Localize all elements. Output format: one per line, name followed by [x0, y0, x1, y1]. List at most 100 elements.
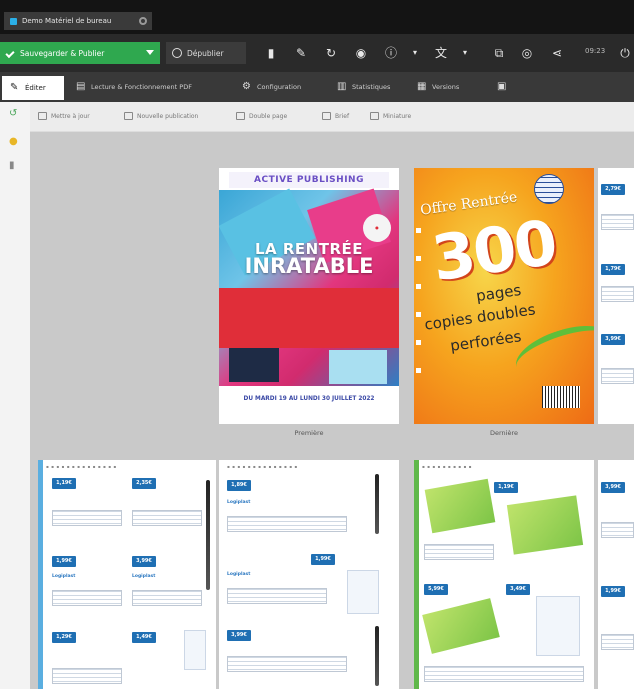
- info-dropdown-chevron-icon[interactable]: ▾: [408, 46, 422, 60]
- unpublish-label: Dépublier: [187, 48, 224, 58]
- price-tag: 1,99€: [311, 554, 335, 565]
- double-page-icon: [236, 112, 245, 120]
- brand-logo: Logiplast: [52, 574, 76, 579]
- page-header: ▪ ▪ ▪ ▪ ▪ ▪ ▪ ▪ ▪ ▪ ▪ ▪ ▪ ▪: [227, 464, 298, 469]
- save-publish-label: Sauvegarder & Publier: [20, 48, 105, 58]
- page-catalog-6[interactable]: ▪ ▪ ▪ ▪ ▪ ▪ ▪ ▪ ▪ ▪ 1,19€ 5,99€ 3,49€: [414, 460, 594, 689]
- tab-versions-label: Versions: [432, 83, 460, 91]
- eye-icon[interactable]: ◎: [520, 46, 534, 60]
- undo-icon[interactable]: ↺: [9, 108, 19, 120]
- back-green-swoosh: [509, 315, 594, 389]
- document-tab[interactable]: Demo Matériel de bureau: [4, 12, 152, 30]
- tab-edit[interactable]: ✎ Éditer: [2, 76, 64, 100]
- price-tag: 5,99€: [424, 584, 448, 595]
- tab-calendar[interactable]: ▣: [497, 78, 507, 96]
- price-tag: 3,99€: [227, 630, 251, 641]
- cover-photo-shape: [229, 348, 279, 382]
- brief-button[interactable]: Brief: [322, 112, 349, 120]
- price-tag: 3,99€: [601, 334, 625, 345]
- left-tool-rail: ↺ ● ▮: [0, 102, 30, 689]
- product-image: [506, 495, 584, 555]
- price-tag: 3,99€: [132, 556, 156, 567]
- brief-label: Brief: [335, 112, 350, 120]
- product-table: [132, 590, 202, 606]
- back-barcode: [542, 386, 580, 408]
- page-back-cover[interactable]: Offre Rentrée 300 pages copies doubles p…: [414, 168, 594, 424]
- info-icon[interactable]: ⓘ: [384, 46, 398, 60]
- update-button[interactable]: Mettre à jour: [38, 112, 90, 120]
- window-tab-bar: Demo Matériel de bureau: [0, 0, 634, 34]
- page-catalog-3[interactable]: 2,79€ 1,79€ 3,99€: [598, 168, 634, 424]
- back-punch-holes: [416, 228, 421, 378]
- tab-reading-pdf[interactable]: ▤ Lecture & Fonctionnement PDF: [76, 78, 192, 96]
- cover-badge: ●: [363, 214, 391, 242]
- price-tag: 1,99€: [601, 586, 625, 597]
- calendar-icon: ▣: [497, 81, 507, 92]
- brand-logo: Logiplast: [227, 572, 251, 577]
- price-tag: 1,99€: [52, 556, 76, 567]
- check-icon: [5, 48, 15, 58]
- new-publication-button[interactable]: Nouvelle publication: [124, 112, 198, 120]
- translate-icon[interactable]: 文: [434, 46, 448, 60]
- cover-brand: ACTIVE PUBLISHING: [229, 172, 389, 188]
- product-image: [422, 598, 500, 654]
- product-image: [347, 570, 379, 614]
- double-page-label: Double page: [249, 112, 288, 120]
- lightbulb-icon[interactable]: ●: [9, 136, 19, 148]
- page-front-cover[interactable]: ACTIVE PUBLISHING LA RENTRÉE INRATABLE ●…: [219, 168, 399, 424]
- new-publication-icon: [124, 112, 133, 120]
- back-offer-number: 300: [427, 205, 560, 296]
- back-cover-caption: Dernière: [489, 429, 518, 437]
- target-icon[interactable]: ◉: [354, 46, 368, 60]
- share-icon[interactable]: ⋖: [550, 46, 564, 60]
- time-label: 09:23: [585, 47, 606, 55]
- tab-configuration-label: Configuration: [257, 83, 302, 91]
- page-header: ▪ ▪ ▪ ▪ ▪ ▪ ▪ ▪ ▪ ▪: [422, 464, 472, 469]
- price-tag: 2,79€: [601, 184, 625, 195]
- price-tag: 1,49€: [132, 632, 156, 643]
- pencil-icon[interactable]: ✎: [294, 46, 308, 60]
- product-image: [424, 478, 496, 534]
- secondary-tab-bar: ✎ Éditer ▤ Lecture & Fonctionnement PDF …: [0, 72, 634, 102]
- save-publish-button[interactable]: Sauvegarder & Publier: [0, 42, 160, 64]
- back-grid-logo: [534, 174, 564, 204]
- unpublish-icon: [172, 48, 182, 58]
- tab-edit-label: Éditer: [25, 84, 46, 92]
- page-side-strip: [38, 460, 43, 689]
- product-table: [52, 668, 122, 684]
- cover-dates: DU MARDI 19 AU LUNDI 30 JUILLET 2022: [243, 396, 375, 402]
- front-cover-caption: Première: [294, 429, 324, 437]
- tab-statistics[interactable]: ▥ Statistiques: [337, 78, 390, 96]
- update-icon: [38, 112, 47, 120]
- tab-versions[interactable]: ▦ Versions: [417, 78, 459, 96]
- translate-dropdown-chevron-icon[interactable]: ▾: [458, 46, 472, 60]
- save-dropdown-chevron-icon[interactable]: [146, 50, 154, 55]
- page-catalog-4[interactable]: ▪ ▪ ▪ ▪ ▪ ▪ ▪ ▪ ▪ ▪ ▪ ▪ ▪ ▪ 1,19€ 2,35€ …: [38, 460, 216, 689]
- tab-settings-icon[interactable]: [139, 17, 147, 25]
- product-table: [132, 510, 202, 526]
- thumbnail-button[interactable]: Miniature: [370, 112, 411, 120]
- product-image: [184, 630, 206, 670]
- refresh-icon[interactable]: ↻: [324, 46, 338, 60]
- power-icon[interactable]: ⏻: [618, 46, 632, 60]
- price-tag: 1,19€: [494, 482, 518, 493]
- double-page-button[interactable]: Double page: [236, 112, 287, 120]
- thumbnail-label: Miniature: [383, 112, 412, 120]
- product-table: [601, 368, 634, 384]
- product-table: [601, 522, 634, 538]
- unpublish-button[interactable]: Dépublier: [166, 42, 246, 64]
- page-side-strip: [414, 460, 419, 689]
- brand-logo: Logiplast: [227, 500, 251, 505]
- chart-icon: ▥: [337, 81, 347, 92]
- trash-icon[interactable]: ▮: [264, 46, 278, 60]
- product-table: [601, 286, 634, 302]
- page-catalog-7[interactable]: 3,99€ 1,99€: [598, 460, 634, 689]
- page-catalog-5[interactable]: ▪ ▪ ▪ ▪ ▪ ▪ ▪ ▪ ▪ ▪ ▪ ▪ ▪ ▪ 1,89€ Logipl…: [219, 460, 399, 689]
- price-tag: 1,89€: [227, 480, 251, 491]
- external-link-icon[interactable]: ⧉: [492, 46, 506, 60]
- tab-configuration[interactable]: ⚙ Configuration: [242, 78, 301, 96]
- page-action-bar: Mettre à jour Nouvelle publication Doubl…: [30, 102, 634, 132]
- trash-icon[interactable]: ▮: [9, 160, 19, 172]
- brand-logo: Logiplast: [132, 574, 156, 579]
- back-offer-line-3: perforées: [449, 327, 523, 355]
